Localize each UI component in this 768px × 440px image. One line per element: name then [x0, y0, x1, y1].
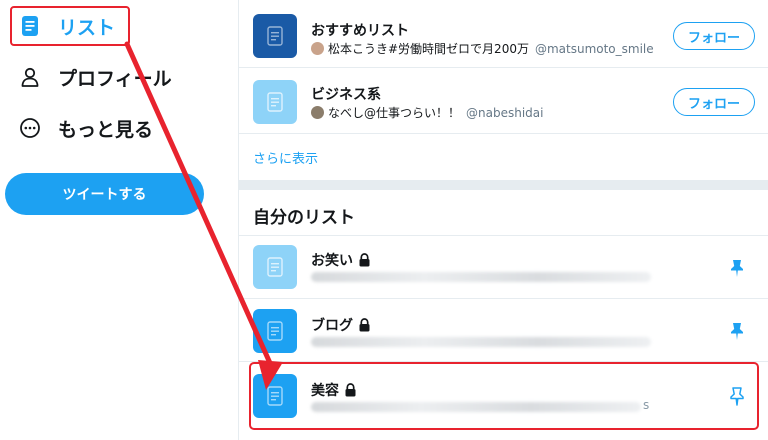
pin-outline-icon[interactable] [727, 386, 747, 406]
sidebar-item-label: もっと見る [58, 118, 154, 141]
suggested-list-row[interactable]: おすすめリスト 松本こうき#労働時間ゼロで月200万 @matsumoto_sm… [239, 0, 768, 68]
my-list-row[interactable]: お笑い [239, 236, 768, 299]
list-name[interactable]: 美容 [311, 380, 357, 400]
owner-handle: @matsumoto_smile [534, 41, 654, 56]
blurred-list-description [311, 337, 651, 347]
list-icon [267, 386, 283, 406]
follow-button[interactable]: フォロー [673, 88, 755, 116]
my-lists-header: 自分のリスト [239, 190, 768, 236]
list-thumbnail [253, 245, 297, 289]
suggested-list-row[interactable]: ビジネス系 なべし@仕事つらい！！ @nabeshidai フォロー [239, 68, 768, 134]
list-owner: 松本こうき#労働時間ゼロで月200万 @matsumoto_smile [311, 40, 654, 57]
owner-handle: @nabeshidai [466, 105, 544, 120]
sidebar-item-profile[interactable]: プロフィール [10, 57, 180, 97]
more-circle-icon [18, 116, 42, 140]
list-thumbnail [253, 309, 297, 353]
list-name-text: お笑い [311, 253, 353, 269]
pin-filled-icon[interactable] [727, 321, 747, 341]
list-name[interactable]: お笑い [311, 250, 371, 270]
follow-button[interactable]: フォロー [673, 22, 755, 50]
my-list-row[interactable]: ブログ [239, 299, 768, 362]
list-icon [267, 26, 283, 46]
section-title: 自分のリスト [253, 208, 355, 228]
section-divider [239, 180, 768, 190]
list-thumbnail [253, 374, 297, 418]
list-name-text: 美容 [311, 383, 339, 399]
owner-name: 松本こうき#労働時間ゼロで月200万 [328, 42, 529, 56]
list-owner: なべし@仕事つらい！！ @nabeshidai [311, 104, 543, 121]
list-icon [267, 92, 283, 112]
sidebar-item-label: リスト [58, 16, 116, 39]
lock-icon [344, 383, 357, 397]
sidebar-item-lists[interactable]: リスト [10, 6, 123, 46]
list-icon [267, 321, 283, 341]
blurred-text-tail: s [643, 398, 650, 412]
blurred-list-description [311, 272, 651, 282]
sidebar-item-label: プロフィール [58, 67, 172, 90]
lock-icon [358, 253, 371, 267]
owner-name: なべし@仕事つらい！！ [328, 106, 461, 120]
tweet-button[interactable]: ツイートする [5, 173, 204, 215]
pin-filled-icon[interactable] [727, 258, 747, 278]
lock-icon [358, 318, 371, 332]
my-list-row[interactable]: 美容 s [239, 362, 768, 430]
list-name-text: ブログ [311, 318, 353, 334]
list-name[interactable]: おすすめリスト [311, 20, 409, 40]
list-name[interactable]: ビジネス系 [311, 84, 381, 104]
list-name[interactable]: ブログ [311, 315, 371, 335]
list-icon [18, 14, 42, 38]
avatar [311, 106, 324, 119]
avatar [311, 42, 324, 55]
lists-main-column: おすすめリスト 松本こうき#労働時間ゼロで月200万 @matsumoto_sm… [238, 0, 768, 440]
show-more-link[interactable]: さらに表示 [253, 148, 318, 167]
person-icon [18, 65, 42, 89]
sidebar: リスト プロフィール もっと見る ツイートする [0, 0, 238, 440]
blurred-list-description [311, 402, 641, 412]
list-thumbnail [253, 14, 297, 58]
sidebar-item-more[interactable]: もっと見る [10, 108, 161, 148]
list-thumbnail [253, 80, 297, 124]
list-icon [267, 257, 283, 277]
